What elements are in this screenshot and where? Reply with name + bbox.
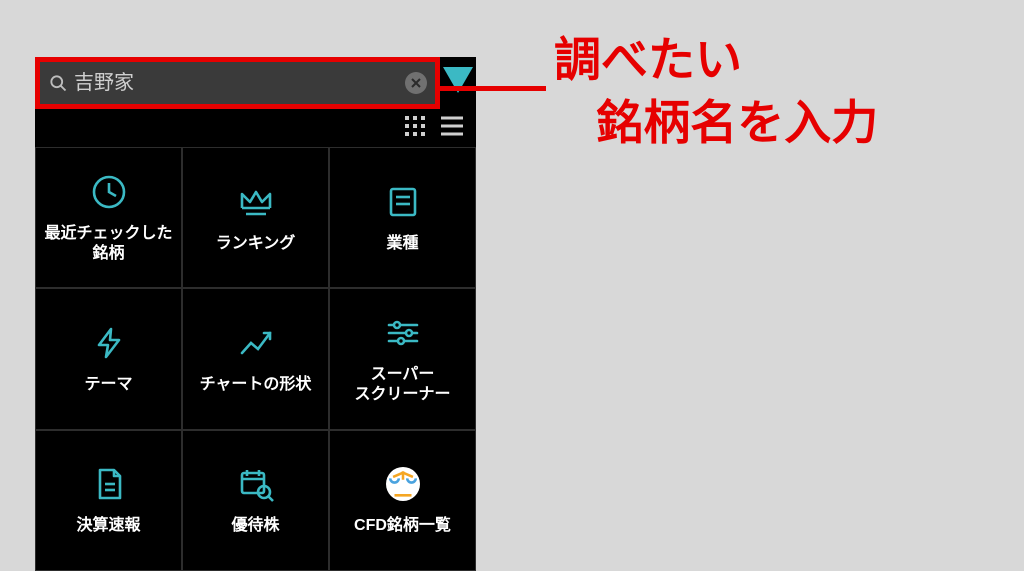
annotation-connector (440, 86, 546, 91)
annotation-line1: 調べたい (554, 33, 742, 86)
clear-search-button[interactable] (405, 72, 427, 94)
tile-label: チャートの形状 (200, 375, 312, 395)
tile-label: 決算速報 (76, 516, 140, 536)
menu-grid: 最近チェックした 銘柄 ランキング 業種 テーマ (35, 147, 476, 571)
search-icon (48, 73, 68, 93)
sliders-icon (383, 313, 423, 353)
annotation-line2: 銘柄名を入力 (554, 91, 1024, 154)
tile-ranking[interactable]: ランキング (182, 147, 329, 288)
tile-label: スーパー スクリーナー (354, 365, 450, 405)
tile-chart-shape[interactable]: チャートの形状 (182, 288, 329, 429)
trend-icon (236, 323, 276, 363)
tile-super-screener[interactable]: スーパー スクリーナー (329, 288, 476, 429)
list-icon (383, 182, 423, 222)
tile-earnings-flash[interactable]: 決算速報 (35, 430, 182, 571)
tile-shareholder-benefit[interactable]: 優待株 (182, 430, 329, 571)
close-icon (411, 78, 421, 88)
clock-icon (89, 172, 129, 212)
dropdown-trigger[interactable] (440, 67, 476, 97)
annotation-text: 調べたい 銘柄名を入力 (554, 28, 1024, 155)
crown-icon (236, 182, 276, 222)
search-input[interactable]: 吉野家 (74, 73, 405, 93)
tile-label: テーマ (84, 375, 132, 395)
tile-label: 業種 (386, 234, 418, 254)
tile-label: CFD銘柄一覧 (354, 516, 451, 536)
menu-icon[interactable] (440, 115, 464, 142)
tile-label: 優待株 (231, 516, 279, 536)
tile-industry[interactable]: 業種 (329, 147, 476, 288)
tile-label: ランキング (216, 234, 296, 254)
cfd-badge-icon (383, 464, 423, 504)
grid-view-icon[interactable] (404, 115, 426, 142)
tile-theme[interactable]: テーマ (35, 288, 182, 429)
report-icon (89, 464, 129, 504)
bolt-icon (89, 323, 129, 363)
search-bar[interactable]: 吉野家 (35, 57, 440, 109)
calendar-search-icon (236, 464, 276, 504)
tile-label: 最近チェックした 銘柄 (44, 224, 172, 264)
tile-cfd-list[interactable]: CFD銘柄一覧 (329, 430, 476, 571)
view-toolbar (35, 109, 476, 147)
tile-recent-stocks[interactable]: 最近チェックした 銘柄 (35, 147, 182, 288)
